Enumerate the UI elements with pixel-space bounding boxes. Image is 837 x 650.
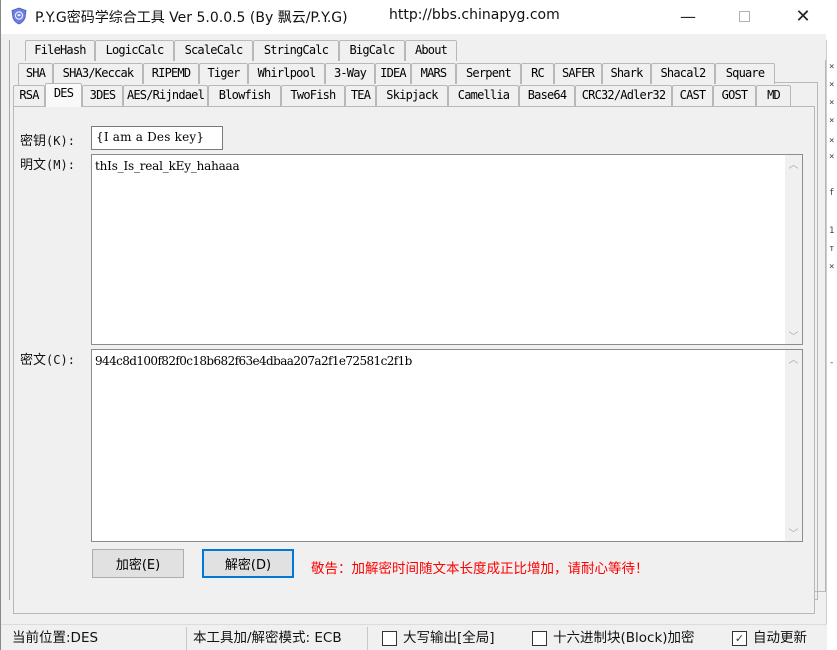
status-separator [186, 627, 187, 650]
tab-base64[interactable]: Base64 [519, 85, 575, 106]
ciphertext-label-text: 密文 [20, 353, 47, 368]
tab-whirlpool[interactable]: Whirlpool [248, 63, 325, 84]
title-url: http://bbs.chinapyg.com [389, 7, 560, 23]
tab-filehash[interactable]: FileHash [25, 40, 95, 61]
tab-idea[interactable]: IDEA [375, 63, 411, 84]
tab-logiccalc[interactable]: LogicCalc [95, 40, 174, 61]
scroll-down-icon[interactable]: ﹀ [785, 524, 802, 541]
plaintext-scrollbar[interactable]: ︿ ﹀ [785, 155, 802, 344]
tab-tea[interactable]: TEA [345, 85, 376, 106]
status-mode: 本工具加/解密模式: ECB [193, 630, 342, 646]
key-label-text: 密钥 [20, 134, 47, 149]
scroll-up-icon[interactable]: ︿ [785, 350, 802, 367]
tab-blowfish[interactable]: Blowfish [208, 85, 281, 106]
plaintext-label-hotkey: (M): [46, 158, 75, 172]
tab-about[interactable]: About [405, 40, 457, 61]
background-window-edge: × × × × × × f 1 т × - [826, 40, 837, 650]
ciphertext-value: 944c8d100f82f0c18b682f63e4dbaa207a2f1e72… [95, 354, 412, 368]
tab-scalecalc[interactable]: ScaleCalc [174, 40, 253, 61]
uppercase-checkbox[interactable] [382, 631, 397, 646]
tab-3des[interactable]: 3DES [82, 85, 123, 106]
ciphertext-textarea[interactable]: 944c8d100f82f0c18b682f63e4dbaa207a2f1e72… [91, 349, 803, 542]
status-bar: 当前位置:DES 本工具加/解密模式: ECB 大写输出[全局] 十六进制块(B… [1, 624, 827, 650]
ciphertext-scrollbar[interactable]: ︿ ﹀ [785, 350, 802, 541]
tab-rsa[interactable]: RSA [13, 85, 45, 106]
plaintext-textarea[interactable]: thIs_Is_real_kEy_hahaaa ︿ ﹀ [91, 154, 803, 345]
tab-skipjack[interactable]: Skipjack [376, 85, 448, 106]
window-title: P.Y.G密码学综合工具 Ver 5.0.0.5 (By 飘云/P.Y.G) [35, 10, 348, 26]
tab-ripemd[interactable]: RIPEMD [143, 63, 199, 84]
hexblock-checkbox[interactable] [532, 631, 547, 646]
tab-square[interactable]: Square [715, 63, 775, 84]
app-shield-icon [11, 7, 27, 25]
tab-bigcalc[interactable]: BigCalc [339, 40, 405, 61]
tab-rc[interactable]: RC [521, 63, 554, 84]
tab-crc32-adler32[interactable]: CRC32/Adler32 [575, 85, 672, 106]
tab-mars[interactable]: MARS [411, 63, 456, 84]
autoupdate-label[interactable]: 自动更新 [753, 625, 807, 650]
maximize-button[interactable] [719, 0, 769, 32]
maximize-icon [738, 10, 750, 22]
tab-sha[interactable]: SHA [18, 63, 53, 84]
tab-des[interactable]: DES [45, 83, 82, 107]
key-input[interactable]: {I am a Des key} [91, 126, 223, 150]
tab-camellia[interactable]: Camellia [448, 85, 519, 106]
plaintext-label: 明文(M): [20, 154, 75, 173]
scroll-down-icon[interactable]: ﹀ [785, 327, 802, 344]
key-label-hotkey: (K): [46, 134, 75, 148]
tab-aes-rijndael[interactable]: AES/Rijndael [123, 85, 208, 106]
key-label: 密钥(K): [20, 130, 75, 149]
plaintext-value: thIs_Is_real_kEy_hahaaa [95, 159, 240, 173]
decrypt-button[interactable]: 解密(D) [202, 549, 294, 578]
status-separator [367, 627, 368, 650]
minimize-icon: — [680, 6, 696, 26]
hexblock-label[interactable]: 十六进制块(Block)加密 [553, 625, 695, 650]
tab-sha3-keccak[interactable]: SHA3/Keccak [53, 63, 143, 84]
checkmark-icon: ✓ [734, 632, 745, 645]
tab-3-way[interactable]: 3-Way [325, 63, 375, 84]
tab-shacal2[interactable]: Shacal2 [651, 63, 715, 84]
tab-md[interactable]: MD [756, 85, 791, 106]
close-icon: ✕ [795, 5, 811, 27]
ciphertext-label: 密文(C): [20, 349, 75, 368]
app-window: P.Y.G密码学综合工具 Ver 5.0.0.5 (By 飘云/P.Y.G) h… [0, 0, 837, 650]
background-window-left-edge [1, 40, 10, 600]
warning-text: 敬告：加解密时间随文本长度成正比增加，请耐心等待！ [311, 561, 649, 577]
tab-cast[interactable]: CAST [672, 85, 713, 106]
tab-gost[interactable]: GOST [713, 85, 756, 106]
tab-tiger[interactable]: Tiger [199, 63, 248, 84]
encrypt-button[interactable]: 加密(E) [92, 549, 184, 578]
tab-shark[interactable]: Shark [602, 63, 651, 84]
autoupdate-checkbox[interactable]: ✓ [732, 631, 747, 646]
status-location: 当前位置:DES [12, 630, 99, 646]
ciphertext-label-hotkey: (C): [46, 353, 75, 367]
tab-twofish[interactable]: TwoFish [281, 85, 345, 106]
uppercase-label[interactable]: 大写输出[全局] [403, 625, 495, 650]
tab-serpent[interactable]: Serpent [456, 63, 521, 84]
scroll-up-icon[interactable]: ︿ [785, 155, 802, 172]
close-button[interactable]: ✕ [778, 0, 828, 32]
tab-stringcalc[interactable]: StringCalc [253, 40, 339, 61]
plaintext-label-text: 明文 [20, 158, 47, 173]
title-bar[interactable]: P.Y.G密码学综合工具 Ver 5.0.0.5 (By 飘云/P.Y.G) h… [1, 0, 837, 34]
minimize-button[interactable]: — [663, 0, 713, 32]
tab-safer[interactable]: SAFER [554, 63, 602, 84]
